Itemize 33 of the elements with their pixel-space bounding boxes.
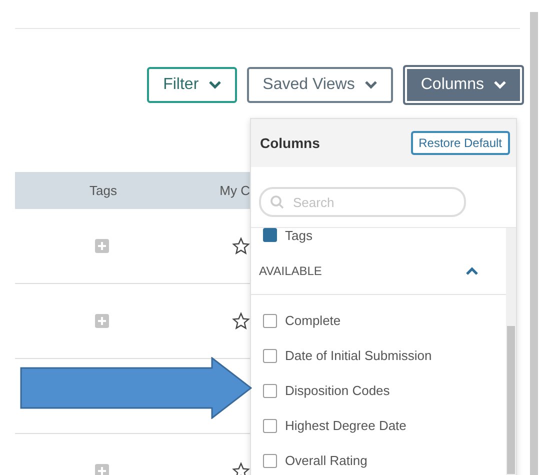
add-tag-icon[interactable] [95, 464, 109, 475]
chevron-icon [494, 81, 506, 89]
column-option[interactable]: Overall Rating [285, 453, 368, 468]
checkbox[interactable] [263, 418, 277, 432]
saved-views-button[interactable]: Saved Views [246, 67, 393, 103]
column-option[interactable]: Complete [285, 313, 341, 328]
checkbox[interactable] [263, 348, 277, 362]
chevron-icon [466, 267, 478, 275]
column-option[interactable]: Tags [285, 228, 312, 243]
chevron-icon [208, 81, 221, 89]
columns-button[interactable]: Columns [402, 65, 524, 105]
column-header: Tags [90, 183, 117, 198]
star-icon[interactable] [232, 312, 250, 330]
star-icon[interactable] [232, 237, 250, 255]
column-option[interactable]: Highest Degree Date [285, 418, 406, 433]
restore-default-button[interactable]: Restore Default [410, 131, 510, 155]
chevron-icon [364, 81, 377, 89]
checkbox[interactable] [263, 454, 277, 468]
section-label: AVAILABLE [259, 264, 322, 278]
dropdown-title: Columns [260, 135, 320, 151]
filter-button[interactable]: Filter [147, 67, 237, 103]
menu-scrollbar[interactable] [506, 228, 516, 475]
checkbox[interactable] [263, 228, 277, 242]
star-icon[interactable] [232, 462, 250, 475]
page-scrollbar[interactable] [530, 12, 538, 475]
search-field[interactable]: Search [259, 187, 466, 217]
add-tag-icon[interactable] [95, 239, 109, 253]
checkbox[interactable] [263, 384, 277, 398]
column-option[interactable]: Date of Initial Submission [285, 348, 432, 363]
column-header: My C [220, 183, 250, 198]
add-tag-icon[interactable] [95, 314, 109, 328]
checkbox[interactable] [263, 314, 277, 328]
column-option[interactable]: Disposition Codes [285, 383, 390, 398]
